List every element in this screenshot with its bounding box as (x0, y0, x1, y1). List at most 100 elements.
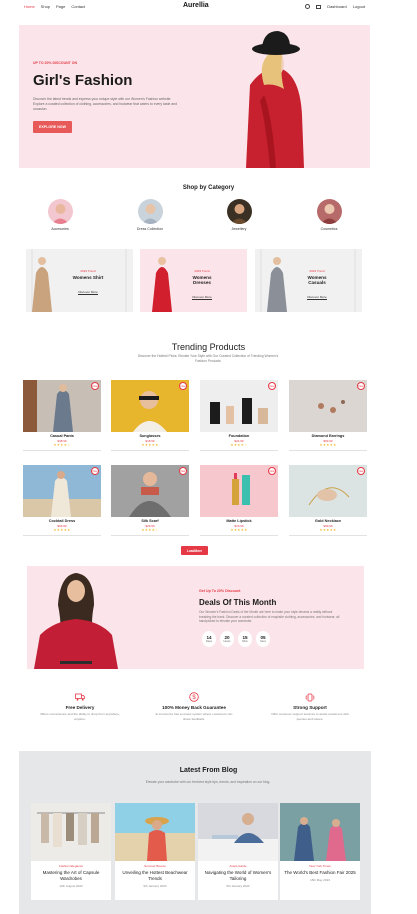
cart-icon[interactable] (316, 4, 322, 9)
blog-image (280, 803, 360, 861)
promo-tag: 2023 Trend (309, 269, 325, 273)
blog-image (198, 803, 278, 861)
new-badge: New (357, 467, 365, 475)
countdown-hours: 20 Hours (220, 631, 234, 647)
category-image (226, 199, 252, 224)
rating-stars: ★★★★☆ (141, 528, 159, 532)
feature-description: Offer customer support services to assis… (271, 712, 349, 721)
promo-card-shirt[interactable]: 2023 Trend Womens Shirt Discover More (26, 249, 133, 312)
nav-page-link[interactable]: Page (56, 4, 65, 9)
category-label: Dress Collection (136, 227, 164, 231)
categories-title: Shop by Category (182, 185, 235, 191)
hero-title: Girl's Fashion (33, 72, 133, 89)
blog-card[interactable]: Fashion Elegance Mastering the Art of Ca… (31, 803, 111, 900)
promo-card-casuals[interactable]: 2023 Trend Womens Casuals Discover More (255, 249, 362, 312)
promo-title: Womens Casuals (307, 275, 327, 285)
promo-tag: 2023 Trend (80, 269, 96, 273)
countdown-label: Days (206, 640, 212, 643)
blog-card[interactable]: Avant-Garde Navigating the World of Wome… (198, 803, 278, 900)
category-dress-collection[interactable]: Dress Collection (125, 199, 175, 231)
logout-link[interactable]: Logout (353, 4, 365, 9)
discover-more-link[interactable]: Discover More (307, 295, 327, 300)
feature-free-delivery: Free Delivery Offers convenience and the… (25, 690, 135, 721)
product-image: New (23, 465, 101, 517)
category-accesories[interactable]: Accesories (35, 199, 85, 231)
dashboard-link[interactable]: Dashboard (327, 4, 347, 9)
nav-home-link[interactable]: Home (24, 4, 35, 9)
product-card[interactable]: New Casual Pants $38.99 ★★★★☆ (23, 380, 101, 455)
blog-date: 12th August 2022 (59, 884, 83, 888)
hero-description: Discover the latest trends and express y… (33, 97, 177, 111)
new-badge: New (91, 467, 99, 475)
category-image (316, 199, 342, 224)
promo-card-dresses[interactable]: 2023 Trend Womens Dresses Discover More (140, 249, 247, 312)
product-image: New (289, 465, 367, 517)
product-card[interactable]: New Diamond Earrings $99.99 ★★★★★ (289, 380, 367, 455)
category-label: Cosmetics (320, 227, 338, 231)
blog-card[interactable]: New York Times The World's Best Fashion … (280, 803, 360, 900)
product-card[interactable]: New Silk Scarf $29.99 ★★★★☆ (111, 465, 189, 540)
search-icon[interactable] (305, 4, 311, 9)
discover-more-link[interactable]: Discover More (192, 295, 212, 300)
trending-subtitle: Discover the Hottest Picks: Elevate Your… (137, 354, 279, 363)
divider (23, 535, 101, 536)
divider (289, 535, 367, 536)
blog-category: Summer Breeze (144, 864, 166, 868)
promo-tag: 2023 Trend (194, 269, 210, 273)
deals-description: Our Women's Fashion Deals of the Month a… (199, 610, 340, 624)
new-badge: New (179, 467, 187, 475)
nav-shop-link[interactable]: Shop (41, 4, 50, 9)
product-name: Silk Scarf (141, 519, 159, 523)
promo-title: Womens Shirt (72, 275, 104, 280)
blog-post-title[interactable]: Mastering the Art of Capsule Wardrobes (31, 870, 111, 882)
blog-post-title[interactable]: Navigating the World of Women's Tailorin… (198, 870, 278, 882)
blog-category: Avant-Garde (229, 864, 247, 868)
blog-post-title[interactable]: Unveiling the Hottest Beachwear Trends (115, 870, 195, 882)
category-label: Accesories (51, 227, 69, 231)
divider (200, 450, 278, 451)
blog-subtitle: Elevate your wardrobe with our freshest … (145, 780, 271, 784)
countdown-label: Secs (260, 640, 266, 643)
product-card[interactable]: New Sunglasses $18.99 ★★★★★ (111, 380, 189, 455)
rating-stars: ★★★★★ (319, 528, 337, 532)
headset-icon (303, 690, 317, 704)
feature-money-back: $ 100% Money Back Guarantee E-commerce h… (139, 690, 249, 721)
deals-title: Deals Of This Month (199, 598, 277, 607)
new-badge: New (357, 382, 365, 390)
nav-actions: Dashboard Logout (305, 4, 365, 9)
product-card[interactable]: New Matte Lipstick $19.99 ★★★★★ (200, 465, 278, 540)
product-image: New (289, 380, 367, 432)
blog-date: 5th January 2023 (226, 884, 250, 888)
product-name: Cocktail Dress (48, 519, 76, 523)
rating-stars: ★★★★★ (319, 443, 337, 447)
blog-image (115, 803, 195, 861)
product-card[interactable]: New Foundation $24.99 ★★★★☆ (200, 380, 278, 455)
new-badge: New (268, 467, 276, 475)
category-image (137, 199, 163, 224)
category-jewellery[interactable]: Jewellery (214, 199, 264, 231)
blog-card[interactable]: Summer Breeze Unveiling the Hottest Beac… (115, 803, 195, 900)
product-card[interactable]: New Cocktail Dress $69.99 ★★★★★ (23, 465, 101, 540)
category-cosmetics[interactable]: Cosmetics (304, 199, 354, 231)
new-badge: New (91, 382, 99, 390)
product-image: New (200, 380, 278, 432)
blog-post-title[interactable]: The World's Best Fashion Fair 2025 (280, 870, 360, 876)
product-image: New (200, 465, 278, 517)
feature-title: Strong Support (293, 705, 327, 710)
blog-image (31, 803, 111, 861)
product-image: New (111, 380, 189, 432)
dollar-icon: $ (187, 690, 201, 704)
brand-logo[interactable]: Aurellia (183, 2, 209, 9)
product-image: New (111, 465, 189, 517)
explore-now-button[interactable]: EXPLORE NOW (33, 121, 72, 133)
product-card[interactable]: New Gold Necklace $99.99 ★★★★★ (289, 465, 367, 540)
countdown-secs: 05 Secs (256, 631, 270, 647)
trending-title: Trending Products (171, 342, 246, 352)
category-label: Jewellery (231, 227, 247, 231)
divider (23, 450, 101, 451)
nav-contact-link[interactable]: Contact (71, 4, 85, 9)
discover-more-link[interactable]: Discover More (78, 290, 98, 295)
category-image (47, 199, 73, 224)
new-badge: New (179, 382, 187, 390)
load-more-button[interactable]: LoadMore (181, 546, 208, 555)
